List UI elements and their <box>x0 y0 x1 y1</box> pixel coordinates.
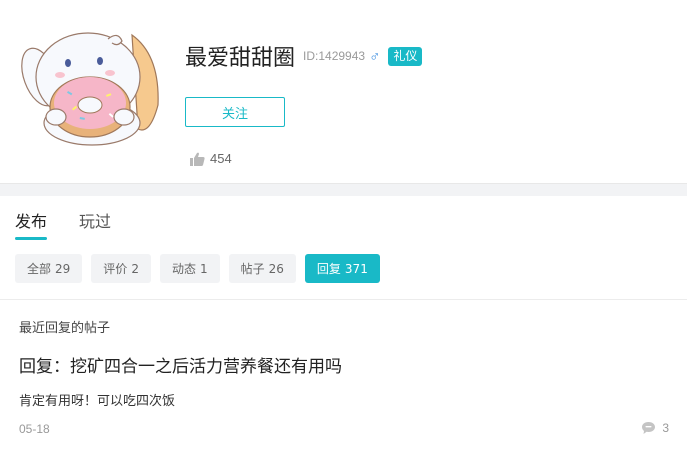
section-title: 最近回复的帖子 <box>19 321 111 336</box>
name-row: 最爱甜甜圈 ID:1429943 ♂ 礼仪 <box>185 42 423 71</box>
title-badge: 礼仪 <box>388 46 423 66</box>
filter-label: 动态 <box>171 262 196 276</box>
user-id: ID:1429943 <box>303 49 366 63</box>
post-date: 05-18 <box>19 422 50 436</box>
filter-label: 评价 <box>103 262 128 276</box>
tab-played[interactable]: 玩过 <box>79 208 111 240</box>
male-icon: ♂ <box>369 47 381 65</box>
likes: 454 <box>190 151 232 166</box>
filter-label: 帖子 <box>240 262 265 276</box>
comment-count: 3 <box>662 421 669 435</box>
filter-reviews[interactable]: 评价 2 <box>91 254 151 283</box>
thumbs-up-icon <box>190 152 205 166</box>
comment-button[interactable]: 3 <box>641 421 669 435</box>
avatar[interactable] <box>20 25 162 151</box>
filter-count: 371 <box>344 261 368 276</box>
tab-bar: 发布 玩过 <box>15 208 143 240</box>
post-body: 肯定有用呀！可以吃四次饭 <box>19 394 176 409</box>
likes-count: 454 <box>210 151 232 166</box>
filter-label: 回复 <box>316 262 341 276</box>
username: 最爱甜甜圈 <box>185 46 296 71</box>
filter-bar: 全部 29 评价 2 动态 1 帖子 26 回复 371 <box>15 254 389 283</box>
comment-icon <box>642 422 656 434</box>
post-title[interactable]: 回复：挖矿四合一之后活力营养餐还有用吗 <box>19 352 669 377</box>
avatar-image <box>21 32 159 146</box>
filter-count: 26 <box>268 261 284 276</box>
divider <box>0 299 687 300</box>
filter-updates[interactable]: 动态 1 <box>159 254 220 283</box>
filter-posts[interactable]: 帖子 26 <box>228 254 296 283</box>
filter-label: 全部 <box>27 262 52 276</box>
follow-button[interactable]: 关注 <box>185 97 285 127</box>
section-divider <box>0 183 687 196</box>
filter-all[interactable]: 全部 29 <box>15 254 83 283</box>
profile-header: 最爱甜甜圈 ID:1429943 ♂ 礼仪 关注 454 <box>0 0 687 183</box>
tab-published[interactable]: 发布 <box>15 208 48 240</box>
filter-count: 2 <box>131 261 139 276</box>
filter-count: 29 <box>55 261 71 276</box>
filter-count: 1 <box>199 261 208 276</box>
filter-replies[interactable]: 回复 371 <box>304 254 380 283</box>
list-item: 回复：挖矿四合一之后活力营养餐还有用吗 肯定有用呀！可以吃四次饭 05-18 3 <box>19 352 669 436</box>
